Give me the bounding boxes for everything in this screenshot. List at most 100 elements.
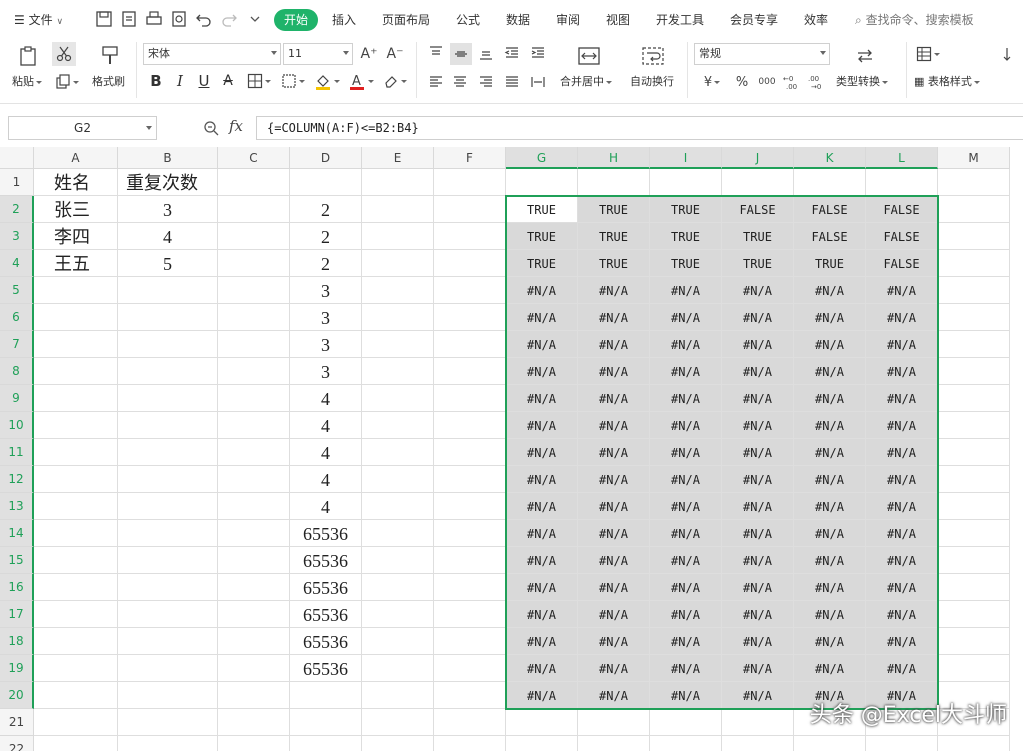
cell-i2[interactable]: TRUE bbox=[650, 196, 722, 223]
wrap-text-icon[interactable] bbox=[640, 43, 666, 69]
cell-a6[interactable] bbox=[34, 304, 118, 331]
cell-i1[interactable] bbox=[650, 169, 722, 196]
cell-h2[interactable]: TRUE bbox=[578, 196, 650, 223]
cell-g14[interactable]: #N/A bbox=[506, 520, 578, 547]
cell-b8[interactable] bbox=[118, 358, 218, 385]
cell-g22[interactable] bbox=[506, 736, 578, 751]
italic-icon[interactable]: I bbox=[170, 70, 190, 92]
cell-a19[interactable] bbox=[34, 655, 118, 682]
cell-c9[interactable] bbox=[218, 385, 290, 412]
cell-c7[interactable] bbox=[218, 331, 290, 358]
cell-m4[interactable] bbox=[938, 250, 1010, 277]
cell-c8[interactable] bbox=[218, 358, 290, 385]
cell-k5[interactable]: #N/A bbox=[794, 277, 866, 304]
cell-a3[interactable]: 李四 bbox=[34, 223, 118, 250]
cell-c20[interactable] bbox=[218, 682, 290, 709]
column-header-e[interactable]: E bbox=[362, 147, 434, 169]
cell-a22[interactable] bbox=[34, 736, 118, 751]
cell-f19[interactable] bbox=[434, 655, 506, 682]
align-middle-icon[interactable] bbox=[450, 43, 472, 65]
cell-m13[interactable] bbox=[938, 493, 1010, 520]
cell-a20[interactable] bbox=[34, 682, 118, 709]
column-header-i[interactable]: I bbox=[650, 147, 722, 169]
increase-decimal-icon[interactable]: ←0.00 bbox=[781, 71, 803, 93]
cell-i3[interactable]: TRUE bbox=[650, 223, 722, 250]
cell-d11[interactable]: 4 bbox=[290, 439, 362, 466]
cell-l22[interactable] bbox=[866, 736, 938, 751]
cell-j13[interactable]: #N/A bbox=[722, 493, 794, 520]
font-size-select[interactable]: 11 bbox=[283, 43, 353, 65]
cell-c15[interactable] bbox=[218, 547, 290, 574]
column-header-h[interactable]: H bbox=[578, 147, 650, 169]
cell-l12[interactable]: #N/A bbox=[866, 466, 938, 493]
tab-review[interactable]: 审阅 bbox=[556, 9, 580, 31]
cell-e6[interactable] bbox=[362, 304, 434, 331]
name-box[interactable]: G2 bbox=[8, 116, 157, 140]
cell-i13[interactable]: #N/A bbox=[650, 493, 722, 520]
cell-l5[interactable]: #N/A bbox=[866, 277, 938, 304]
cell-h22[interactable] bbox=[578, 736, 650, 751]
cell-l9[interactable]: #N/A bbox=[866, 385, 938, 412]
cell-a5[interactable] bbox=[34, 277, 118, 304]
fill-color-icon[interactable] bbox=[312, 70, 342, 92]
cell-d1[interactable] bbox=[290, 169, 362, 196]
cell-f16[interactable] bbox=[434, 574, 506, 601]
align-bottom-icon[interactable] bbox=[476, 43, 496, 63]
cell-j4[interactable]: TRUE bbox=[722, 250, 794, 277]
cell-l19[interactable]: #N/A bbox=[866, 655, 938, 682]
cell-d20[interactable] bbox=[290, 682, 362, 709]
cell-j6[interactable]: #N/A bbox=[722, 304, 794, 331]
cell-f9[interactable] bbox=[434, 385, 506, 412]
cell-a18[interactable] bbox=[34, 628, 118, 655]
paste-button[interactable]: 粘贴 bbox=[12, 73, 42, 89]
cell-m8[interactable] bbox=[938, 358, 1010, 385]
wrap-text-label[interactable]: 自动换行 bbox=[630, 73, 674, 89]
cell-m16[interactable] bbox=[938, 574, 1010, 601]
cell-e22[interactable] bbox=[362, 736, 434, 751]
cell-d9[interactable]: 4 bbox=[290, 385, 362, 412]
column-header-d[interactable]: D bbox=[290, 147, 362, 169]
cell-e5[interactable] bbox=[362, 277, 434, 304]
font-color-icon[interactable]: A bbox=[346, 70, 376, 92]
cell-b15[interactable] bbox=[118, 547, 218, 574]
cell-i14[interactable]: #N/A bbox=[650, 520, 722, 547]
column-header-k[interactable]: K bbox=[794, 147, 866, 169]
cell-i15[interactable]: #N/A bbox=[650, 547, 722, 574]
cell-b21[interactable] bbox=[118, 709, 218, 736]
align-top-icon[interactable] bbox=[426, 43, 446, 63]
formula-input[interactable]: {=COLUMN(A:F)<=B2:B4} bbox=[256, 116, 1023, 140]
cell-d8[interactable]: 3 bbox=[290, 358, 362, 385]
cell-e17[interactable] bbox=[362, 601, 434, 628]
cell-a2[interactable]: 张三 bbox=[34, 196, 118, 223]
cell-a8[interactable] bbox=[34, 358, 118, 385]
cell-d5[interactable]: 3 bbox=[290, 277, 362, 304]
cell-b9[interactable] bbox=[118, 385, 218, 412]
cell-b12[interactable] bbox=[118, 466, 218, 493]
cell-a1[interactable]: 姓名 bbox=[34, 169, 118, 196]
number-format-select[interactable]: 常规 bbox=[694, 43, 830, 65]
cell-d12[interactable]: 4 bbox=[290, 466, 362, 493]
cell-e15[interactable] bbox=[362, 547, 434, 574]
cell-k15[interactable]: #N/A bbox=[794, 547, 866, 574]
cell-k22[interactable] bbox=[794, 736, 866, 751]
cell-j20[interactable]: #N/A bbox=[722, 682, 794, 709]
cell-k1[interactable] bbox=[794, 169, 866, 196]
cell-i17[interactable]: #N/A bbox=[650, 601, 722, 628]
cell-l17[interactable]: #N/A bbox=[866, 601, 938, 628]
cell-k11[interactable]: #N/A bbox=[794, 439, 866, 466]
cell-a13[interactable] bbox=[34, 493, 118, 520]
cell-a12[interactable] bbox=[34, 466, 118, 493]
row-header-9[interactable]: 9 bbox=[0, 385, 34, 412]
decrease-decimal-icon[interactable]: .00 →0 bbox=[806, 71, 828, 93]
cell-a10[interactable] bbox=[34, 412, 118, 439]
cell-j12[interactable]: #N/A bbox=[722, 466, 794, 493]
cell-g16[interactable]: #N/A bbox=[506, 574, 578, 601]
cell-d2[interactable]: 2 bbox=[290, 196, 362, 223]
sort-icon[interactable] bbox=[998, 44, 1023, 64]
cell-l8[interactable]: #N/A bbox=[866, 358, 938, 385]
cell-d6[interactable]: 3 bbox=[290, 304, 362, 331]
cell-h4[interactable]: TRUE bbox=[578, 250, 650, 277]
row-header-1[interactable]: 1 bbox=[0, 169, 34, 196]
cell-a11[interactable] bbox=[34, 439, 118, 466]
cell-g19[interactable]: #N/A bbox=[506, 655, 578, 682]
